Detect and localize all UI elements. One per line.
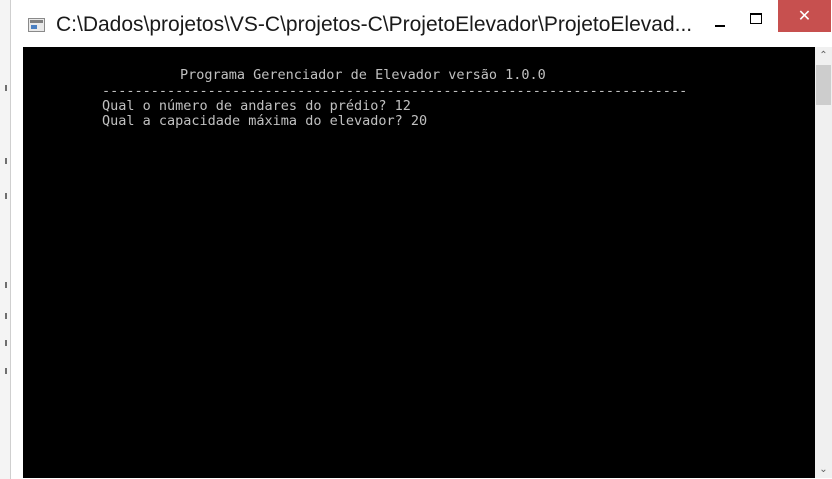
desktop-edge-mark bbox=[5, 158, 7, 164]
desktop-edge-mark bbox=[5, 85, 7, 91]
program-title-line: Programa Gerenciador de Elevador versão … bbox=[180, 67, 546, 83]
console-window: C:\Dados\projetos\VS-C\projetos-C\Projet… bbox=[10, 0, 832, 479]
desktop-edge-mark bbox=[5, 282, 7, 288]
desktop-edge-mark bbox=[5, 193, 7, 199]
scroll-thumb[interactable] bbox=[816, 65, 831, 105]
separator-line: ----------------------------------------… bbox=[102, 83, 688, 99]
close-button[interactable]: ✕ bbox=[778, 0, 831, 32]
floors-question-line: Qual o número de andares do prédio? 12 bbox=[102, 98, 411, 114]
capacity-question-line: Qual a capacidade máxima do elevador? 20 bbox=[102, 113, 428, 129]
maximize-button[interactable] bbox=[745, 8, 767, 30]
close-icon: ✕ bbox=[797, 6, 812, 25]
console-output-area[interactable]: Programa Gerenciador de Elevador versão … bbox=[23, 47, 815, 478]
scroll-up-arrow-icon[interactable]: ⌃ bbox=[815, 47, 832, 64]
desktop-edge-mark bbox=[5, 340, 7, 346]
scroll-down-arrow-icon[interactable]: ⌄ bbox=[815, 461, 832, 478]
desktop-edge-mark bbox=[5, 368, 7, 374]
vertical-scrollbar[interactable]: ⌃ ⌄ bbox=[815, 47, 832, 478]
console-window-icon[interactable] bbox=[28, 18, 45, 32]
window-titlebar[interactable]: C:\Dados\projetos\VS-C\projetos-C\Projet… bbox=[11, 0, 832, 46]
desktop-background-strip bbox=[0, 0, 10, 479]
minimize-button[interactable] bbox=[710, 14, 732, 36]
desktop-edge-mark bbox=[5, 313, 7, 319]
window-title: C:\Dados\projetos\VS-C\projetos-C\Projet… bbox=[56, 13, 693, 36]
